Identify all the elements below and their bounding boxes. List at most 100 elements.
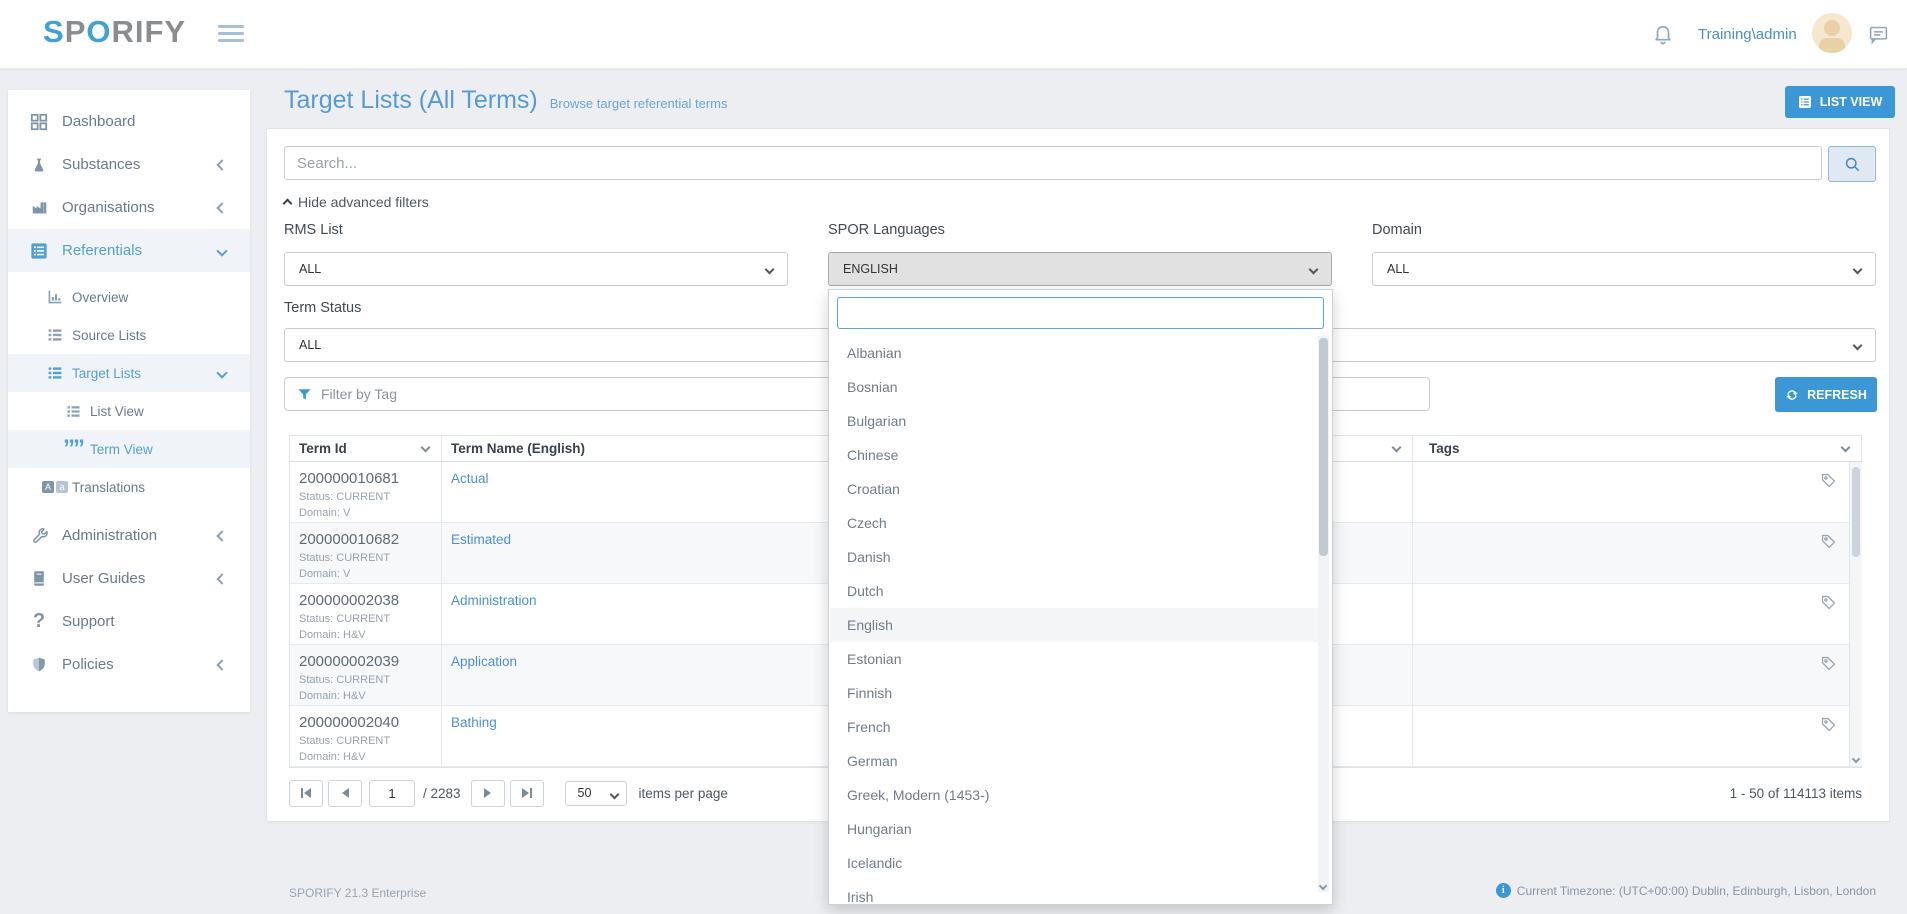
tag-icon[interactable] [1820,655,1837,672]
language-option[interactable]: Bulgarian [830,404,1319,438]
table-scrollbar-thumb[interactable] [1852,467,1860,557]
app-logo: SPORIFY [43,14,186,50]
language-option[interactable]: Croatian [830,472,1319,506]
search-icon [1844,156,1861,173]
term-link[interactable]: Administration [451,593,537,608]
language-option[interactable]: Dutch [830,574,1319,608]
avatar[interactable] [1812,13,1852,53]
term-status: Status: CURRENT [299,613,433,625]
language-option[interactable]: Icelandic [830,846,1319,880]
sidebar-item-organisations[interactable]: Organisations [8,186,250,229]
sidebar-item-support[interactable]: ? Support [8,600,250,643]
last-page-button[interactable] [510,780,544,807]
table-scrollbar[interactable] [1849,462,1862,766]
page-title: Target Lists (All Terms) [284,86,538,114]
dashboard-grid-icon [28,112,50,132]
language-option[interactable]: Chinese [830,438,1319,472]
rms-list-select[interactable]: ALL [284,252,788,286]
sidebar-item-overview[interactable]: Overview [8,278,250,316]
scroll-down-icon[interactable] [1319,882,1327,890]
language-option[interactable]: Czech [830,506,1319,540]
chevron-down-icon [1841,443,1851,453]
term-link[interactable]: Bathing [451,715,497,730]
search-button[interactable] [1828,146,1876,182]
items-per-page-select[interactable]: 50 [565,781,627,806]
logo-part: O [86,14,111,49]
dropdown-scrollbar[interactable] [1318,336,1329,892]
term-domain: Domain: H&V [299,629,433,641]
language-option[interactable]: German [830,744,1319,778]
sidebar-item-referentials[interactable]: Referentials [8,229,250,272]
term-link[interactable]: Estimated [451,532,511,547]
term-id: 200000002038 [299,592,433,609]
cell-tags [1413,645,1861,706]
hide-advanced-filters-link[interactable]: Hide advanced filters [284,194,429,210]
language-option[interactable]: Estonian [830,642,1319,676]
scroll-down-icon[interactable] [1852,755,1860,763]
sidebar-item-list-view[interactable]: List View [8,392,250,430]
referentials-submenu: Overview Source Lists Target Lists List … [8,272,250,506]
page-number-input[interactable] [369,780,415,807]
language-option[interactable]: Albanian [830,336,1319,370]
tag-icon[interactable] [1820,533,1837,550]
language-option[interactable]: Bosnian [830,370,1319,404]
pagination: / 2283 50 items per page [289,779,728,807]
language-option[interactable]: French [830,710,1319,744]
sidebar-item-target-lists[interactable]: Target Lists [8,354,250,392]
search-input[interactable] [284,146,1822,180]
sidebar-item-label: Dashboard [62,113,135,130]
cell-term-id: 200000010681 Status: CURRENT Domain: V [290,462,442,523]
referentials-list-icon [28,241,50,261]
hide-filters-label: Hide advanced filters [298,194,429,210]
sidebar-item-policies[interactable]: Policies [8,643,250,686]
sidebar-item-source-lists[interactable]: Source Lists [8,316,250,354]
current-user[interactable]: Training\admin [1698,0,1797,68]
term-domain: Domain: V [299,568,433,580]
first-page-button[interactable] [289,780,323,807]
spor-languages-label: SPOR Languages [828,222,945,238]
term-domain: Domain: V [299,507,433,519]
chevron-down-icon [421,443,431,453]
column-header-term-id[interactable]: Term Id [290,436,442,462]
sidebar-item-label: Substances [62,156,140,173]
spor-languages-select[interactable]: ENGLISH [828,252,1332,286]
sidebar-item-substances[interactable]: Substances [8,143,250,186]
list-view-button[interactable]: LIST VIEW [1785,86,1895,118]
sidebar-item-user-guides[interactable]: User Guides [8,557,250,600]
sidebar-item-term-view[interactable]: ”” Term View [8,430,250,468]
domain-select[interactable]: ALL [1372,252,1876,286]
language-search-input[interactable] [837,297,1324,329]
next-page-button[interactable] [471,780,505,807]
chevron-down-icon [1392,443,1402,453]
previous-page-button[interactable] [328,780,362,807]
term-link[interactable]: Actual [451,471,489,486]
tag-icon[interactable] [1820,472,1837,489]
language-option-selected[interactable]: English [830,608,1319,642]
menu-toggle-icon[interactable] [218,25,244,43]
column-header-tags[interactable]: Tags [1413,436,1861,462]
sidebar-item-translations[interactable]: Aa Translations [8,468,250,506]
chevron-down-icon [765,265,775,275]
refresh-button[interactable]: REFRESH [1775,377,1877,412]
items-range-label: 1 - 50 of 114113 items [1730,786,1862,801]
tag-icon[interactable] [1820,594,1837,611]
tag-icon[interactable] [1820,716,1837,733]
language-option[interactable]: Hungarian [830,812,1319,846]
sidebar-item-label: Policies [62,656,114,673]
sidebar-item-administration[interactable]: Administration [8,514,250,557]
sidebar-item-label: List View [90,404,144,419]
sidebar-item-label: Target Lists [72,366,141,381]
sidebar-item-label: Term View [90,442,153,457]
feedback-chat-icon[interactable] [1868,24,1889,45]
dropdown-scrollbar-thumb[interactable] [1319,338,1328,556]
language-option[interactable]: Finnish [830,676,1319,710]
cell-tags [1413,523,1861,584]
language-option[interactable]: Irish [830,880,1319,914]
page-title-row: Target Lists (All Terms)Browse target re… [284,86,728,115]
sidebar-item-dashboard[interactable]: Dashboard [8,100,250,143]
cell-term-id: 200000002039 Status: CURRENT Domain: H&V [290,645,442,706]
notifications-bell-icon[interactable] [1652,23,1674,45]
language-option[interactable]: Danish [830,540,1319,574]
funnel-icon [297,387,312,402]
term-link[interactable]: Application [451,654,517,669]
